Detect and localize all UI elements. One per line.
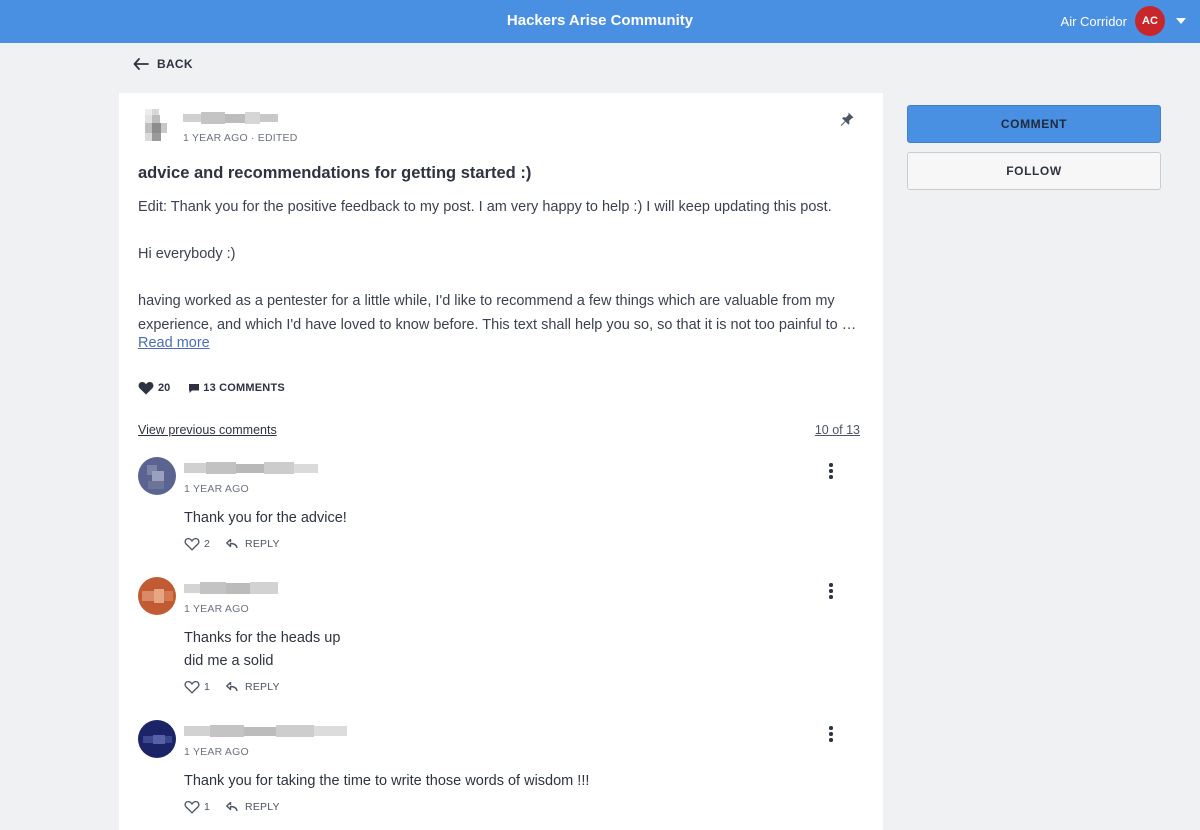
reply-button[interactable]: REPLY	[226, 538, 280, 550]
commenter-avatar[interactable]	[138, 720, 176, 758]
comment-text: Thank you for taking the time to write t…	[184, 770, 589, 793]
more-vert-icon[interactable]	[829, 583, 833, 601]
comment-item: 1 YEAR AGO Thanks for the heads up did m…	[138, 577, 864, 697]
top-bar: Hackers Arise Community Air Corridor AC	[0, 0, 1200, 43]
back-label: BACK	[157, 57, 193, 71]
author-name-redacted[interactable]	[183, 112, 278, 124]
follow-button[interactable]: FOLLOW	[907, 152, 1161, 190]
comment-like-count: 1	[204, 801, 211, 813]
comment-like-button[interactable]: 1	[184, 680, 210, 694]
comment-time: 1 YEAR AGO	[184, 483, 249, 495]
comment-time: 1 YEAR AGO	[184, 746, 249, 758]
reply-icon	[226, 539, 238, 549]
more-vert-icon[interactable]	[829, 463, 833, 481]
comment-like-count: 2	[204, 538, 211, 550]
post-card: 1 YEAR AGO · EDITED advice and recommend…	[119, 93, 883, 830]
comment-text-line: Thank you for taking the time to write t…	[184, 773, 590, 789]
comment-text: Thank you for the advice!	[184, 507, 347, 530]
pin-icon[interactable]	[839, 111, 855, 127]
app-title: Hackers Arise Community	[506, 12, 694, 29]
comment-actions: 1 REPLY	[184, 800, 280, 814]
comment-text-line: Thank you for the advice!	[184, 510, 347, 526]
reply-label: REPLY	[245, 538, 280, 550]
comment-like-button[interactable]: 1	[184, 800, 210, 814]
reply-button[interactable]: REPLY	[226, 681, 280, 693]
post-comments-count[interactable]: 13 COMMENTS	[188, 382, 285, 394]
post-title: advice and recommendations for getting s…	[138, 164, 532, 182]
comment-button[interactable]: COMMENT	[907, 105, 1161, 143]
comment-like-count: 1	[204, 681, 211, 693]
post-body-line: experience, and which I'd have loved to …	[138, 316, 864, 333]
heart-outline-icon	[184, 680, 200, 694]
author-avatar[interactable]	[145, 109, 167, 141]
more-vert-icon[interactable]	[829, 726, 833, 744]
arrow-left-icon	[133, 58, 149, 70]
post-body-line: Hi everybody :)	[138, 246, 236, 262]
user-name[interactable]: Air Corridor	[1061, 14, 1127, 29]
post-like-button[interactable]: 20	[138, 381, 170, 395]
comment-item: 1 YEAR AGO Thank you for taking the time…	[138, 720, 864, 820]
comment-text-line: Thanks for the heads up	[184, 630, 341, 646]
post-body-line: having worked as a pentester for a littl…	[138, 293, 835, 309]
comment-time: 1 YEAR AGO	[184, 603, 249, 615]
user-menu[interactable]: Air Corridor AC	[1061, 6, 1186, 36]
comments-pagination[interactable]: 10 of 13	[815, 423, 860, 437]
comment-actions: 1 REPLY	[184, 680, 280, 694]
chevron-down-icon[interactable]	[1176, 18, 1186, 24]
comment-text: Thanks for the heads up did me a solid	[184, 627, 340, 673]
commenter-name-redacted[interactable]	[184, 725, 347, 737]
reply-label: REPLY	[245, 801, 280, 813]
view-previous-comments-link[interactable]: View previous comments	[138, 423, 277, 437]
commenter-avatar[interactable]	[138, 457, 176, 495]
post-body-line: Edit: Thank you for the positive feedbac…	[138, 199, 832, 215]
comment-actions: 2 REPLY	[184, 537, 280, 551]
commenter-avatar[interactable]	[138, 577, 176, 615]
reply-icon	[226, 682, 238, 692]
reply-button[interactable]: REPLY	[226, 801, 280, 813]
back-button[interactable]: BACK	[133, 57, 193, 71]
post-body: Edit: Thank you for the positive feedbac…	[138, 196, 864, 337]
commenter-name-redacted[interactable]	[184, 462, 318, 474]
post-author: 1 YEAR AGO · EDITED	[145, 109, 855, 149]
reply-label: REPLY	[245, 681, 280, 693]
comment-text-line: did me a solid	[184, 653, 274, 669]
comment-item: 1 YEAR AGO Thank you for the advice! 2 R…	[138, 457, 864, 557]
reply-icon	[226, 802, 238, 812]
commenter-name-redacted[interactable]	[184, 582, 278, 594]
heart-outline-icon	[184, 537, 200, 551]
user-avatar[interactable]: AC	[1135, 6, 1165, 36]
comment-icon	[189, 383, 200, 393]
heart-filled-icon	[138, 381, 154, 395]
post-stats: 20 13 COMMENTS	[138, 381, 285, 395]
read-more-link[interactable]: Read more	[138, 335, 210, 351]
post-meta: 1 YEAR AGO · EDITED	[183, 132, 298, 144]
comments-label: 13 COMMENTS	[203, 382, 285, 394]
heart-outline-icon	[184, 800, 200, 814]
post-like-count: 20	[158, 382, 171, 394]
comment-like-button[interactable]: 2	[184, 537, 210, 551]
